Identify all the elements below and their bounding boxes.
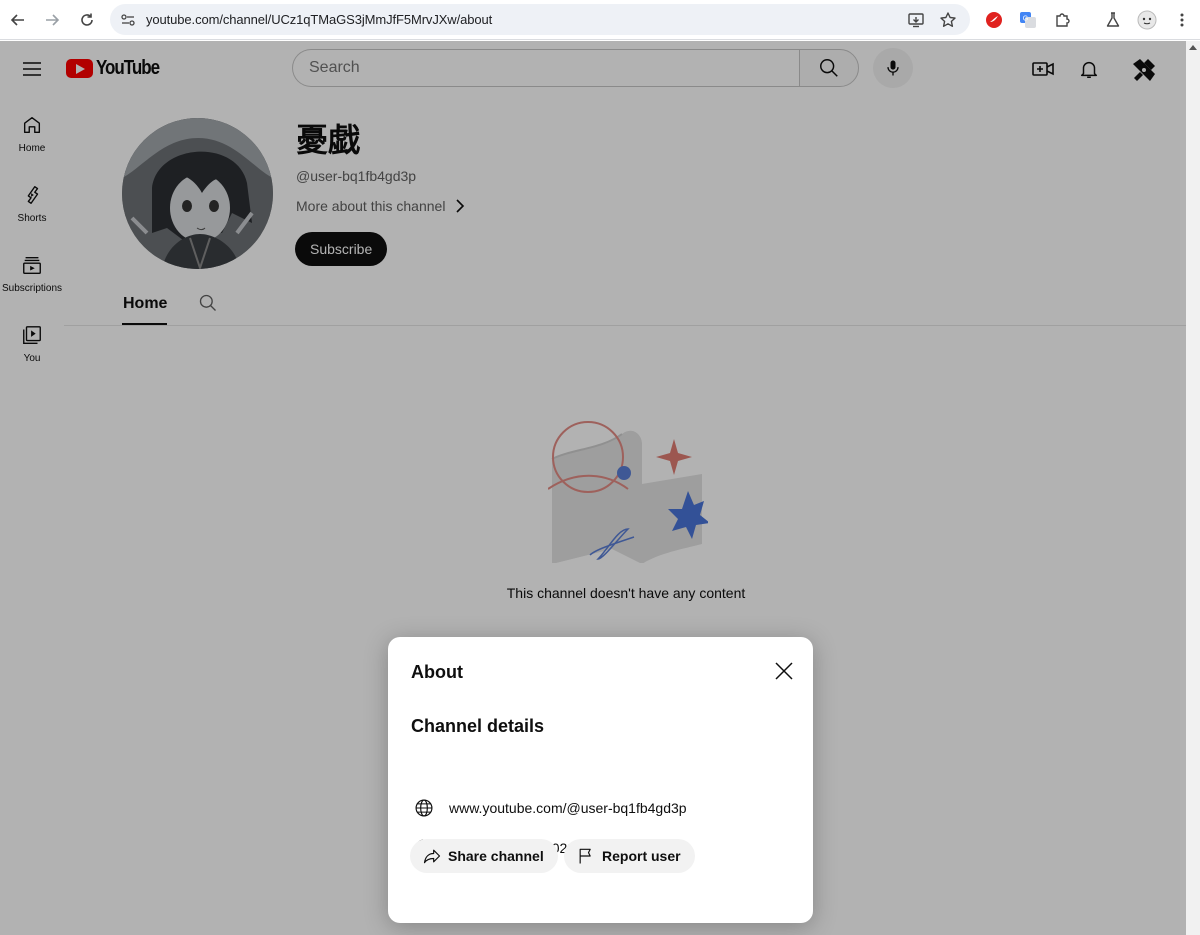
- channel-url-row: www.youtube.com/@user-bq1fb4gd3p: [413, 797, 687, 819]
- address-bar[interactable]: youtube.com/channel/UCz1qTMaGS3jMmJfF5Mr…: [110, 4, 970, 35]
- close-button[interactable]: [772, 659, 796, 683]
- about-dialog: About Channel details www.youtube.com/@u…: [388, 637, 813, 923]
- youtube-page: YouTube Home Shorts Subscriptions You: [0, 41, 1186, 935]
- back-button[interactable]: [6, 8, 30, 32]
- install-app-icon[interactable]: [906, 10, 926, 30]
- share-channel-button[interactable]: Share channel: [410, 839, 558, 873]
- back-arrow-icon: [10, 14, 24, 26]
- site-settings-icon[interactable]: [120, 12, 136, 33]
- share-icon: [421, 845, 443, 867]
- channel-url[interactable]: www.youtube.com/@user-bq1fb4gd3p: [449, 800, 687, 816]
- dialog-title: About: [411, 662, 463, 682]
- forward-arrow-icon: [46, 14, 60, 26]
- bookmark-star-icon[interactable]: [938, 10, 958, 30]
- labs-flask-icon[interactable]: [1101, 8, 1125, 32]
- page-scrollbar[interactable]: [1186, 41, 1200, 935]
- scroll-up-arrow-icon[interactable]: [1189, 45, 1197, 50]
- svg-text:G: G: [1023, 16, 1028, 23]
- report-user-button[interactable]: Report user: [564, 839, 695, 873]
- close-icon: [775, 662, 793, 680]
- extension-red-icon[interactable]: [982, 8, 1006, 32]
- forward-button[interactable]: [40, 8, 64, 32]
- reload-icon: [81, 13, 93, 26]
- browser-menu-icon[interactable]: [1170, 8, 1194, 32]
- url-text[interactable]: youtube.com/channel/UCz1qTMaGS3jMmJfF5Mr…: [146, 12, 492, 27]
- browser-toolbar: youtube.com/channel/UCz1qTMaGS3jMmJfF5Mr…: [0, 0, 1200, 40]
- flag-icon: [575, 845, 597, 867]
- translate-icon[interactable]: G: [1016, 8, 1040, 32]
- extensions-puzzle-icon[interactable]: [1051, 8, 1075, 32]
- reload-button[interactable]: [75, 8, 99, 32]
- channel-details-heading: Channel details: [411, 716, 545, 736]
- profile-avatar-icon[interactable]: [1135, 8, 1159, 32]
- globe-icon: [413, 797, 435, 819]
- report-user-label: Report user: [602, 848, 681, 864]
- share-channel-label: Share channel: [448, 848, 544, 864]
